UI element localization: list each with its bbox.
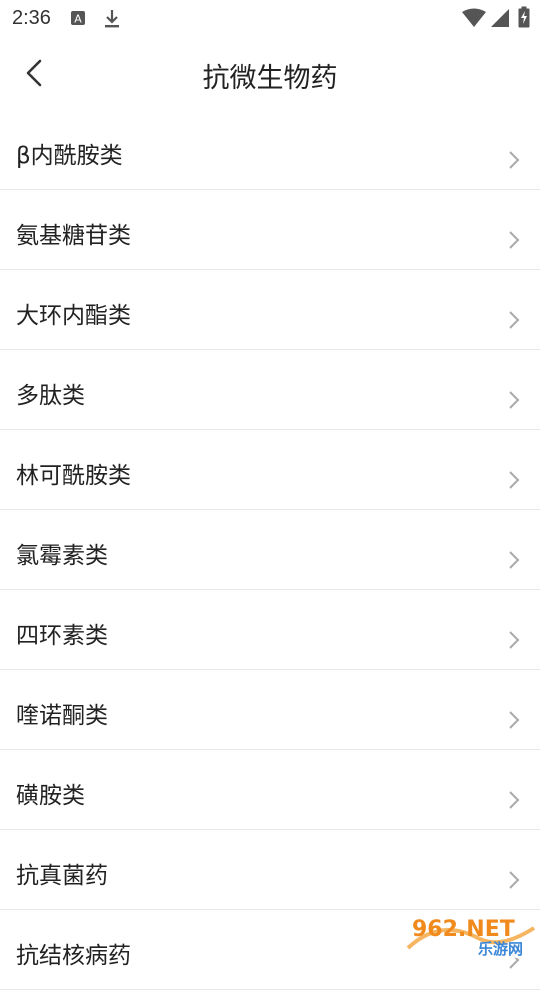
svg-text:A: A <box>74 13 82 26</box>
chevron-right-icon <box>509 151 520 169</box>
app-header: 抗微生物药 <box>0 36 540 110</box>
battery-charging-icon <box>518 6 530 28</box>
list-item[interactable]: 大环内酯类 <box>0 270 540 350</box>
list-item-label: 四环素类 <box>16 623 108 649</box>
list-item-label: 氨基糖苷类 <box>16 223 131 249</box>
list-item[interactable]: 氯霉素类 <box>0 510 540 590</box>
list-item[interactable]: 磺胺类 <box>0 750 540 830</box>
list-item[interactable]: 喹诺酮类 <box>0 670 540 750</box>
list-item[interactable]: 四环素类 <box>0 590 540 670</box>
list-item-label: 抗真菌药 <box>16 863 108 889</box>
signal-icon <box>491 9 509 27</box>
list-item-label: 氯霉素类 <box>16 543 108 569</box>
list-item[interactable]: 氨基糖苷类 <box>0 190 540 270</box>
list-item-label: 磺胺类 <box>16 783 85 809</box>
list-item-label: 大环内酯类 <box>16 303 131 329</box>
wifi-icon <box>462 8 486 27</box>
watermark-sub: 乐游网 <box>478 940 523 958</box>
list-item-label: 喹诺酮类 <box>16 703 108 729</box>
list-item[interactable]: 多肽类 <box>0 350 540 430</box>
list-item-label: 多肽类 <box>16 383 85 409</box>
chevron-right-icon <box>509 871 520 889</box>
list-item[interactable]: β内酰胺类 <box>0 110 540 190</box>
category-list: β内酰胺类 氨基糖苷类 大环内酯类 多肽类 林可酰胺类 氯霉素类 四环素类 喹诺… <box>0 110 540 990</box>
chevron-right-icon <box>509 471 520 489</box>
chevron-right-icon <box>509 391 520 409</box>
list-item[interactable]: 抗真菌药 <box>0 830 540 910</box>
chevron-right-icon <box>509 551 520 569</box>
status-bar: 2:36 A <box>0 0 540 36</box>
chevron-right-icon <box>509 231 520 249</box>
watermark-brand: 962.NET <box>412 917 515 942</box>
list-item-label: 林可酰胺类 <box>16 463 131 489</box>
list-item-label: 抗结核病药 <box>16 943 131 969</box>
a-notification-icon: A <box>71 11 85 26</box>
list-item-label: β内酰胺类 <box>16 143 123 169</box>
list-item[interactable]: 林可酰胺类 <box>0 430 540 510</box>
download-icon <box>105 10 119 28</box>
chevron-right-icon <box>509 711 520 729</box>
chevron-right-icon <box>509 311 520 329</box>
site-watermark-logo: 962.NET 乐游网 <box>406 912 536 958</box>
chevron-right-icon <box>509 791 520 809</box>
page-title: 抗微生物药 <box>202 63 338 94</box>
status-time: 2:36 <box>12 7 51 29</box>
chevron-right-icon <box>509 631 520 649</box>
